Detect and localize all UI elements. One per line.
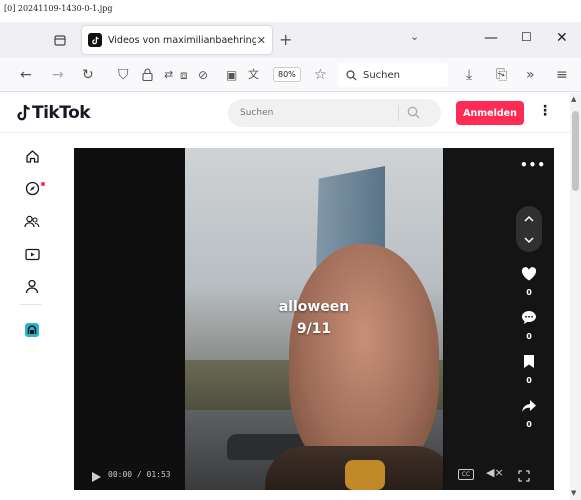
share-action[interactable]: 0 (516, 398, 542, 429)
comment-action[interactable]: 0 (516, 310, 542, 341)
bookmark-count: 0 (526, 376, 532, 385)
browser-tab-bar: Videos von maximilianbaehring ✕ + ⌄ — ☐ … (0, 22, 581, 58)
hamburger-menu-icon[interactable]: ≡ (556, 65, 568, 85)
forward-arrow-icon[interactable]: → (52, 65, 64, 85)
fullscreen-icon[interactable] (518, 467, 530, 486)
video-caption-line2: 9/11 (296, 321, 332, 337)
share-arrow-icon (522, 400, 536, 412)
volume-muted-icon[interactable]: ◀× (486, 466, 504, 479)
autoplay-blocked-icon[interactable]: ⊘ (198, 65, 208, 85)
video-more-icon[interactable]: ••• (520, 158, 546, 172)
browser-search-box[interactable]: Suchen (338, 63, 448, 87)
browser-nav-bar: ← → ↻ ⛉ ⇄ ⧈ ⊘ ▣ 文 80% ☆ Suchen ⤓ ⎘ » ≡ (0, 58, 581, 92)
permissions-icon[interactable]: ⇄ (164, 65, 173, 85)
home-icon[interactable] (22, 146, 42, 166)
file-label: [0] 20241109-1430-0-1.jpg (4, 4, 113, 13)
tiktok-header: TikTok Anmelden ⋮ (0, 93, 570, 133)
like-count: 0 (526, 288, 532, 297)
captions-button[interactable]: CC (458, 469, 474, 480)
camera-blocked-icon[interactable]: ⧈ (180, 65, 188, 85)
tab-title: Videos von maximilianbaehring (108, 34, 256, 46)
heart-icon (521, 267, 537, 281)
browser-search-label: Suchen (363, 69, 401, 81)
search-divider (398, 105, 399, 121)
tab-list-button[interactable] (48, 28, 72, 52)
shield-icon[interactable]: ⛉ (118, 65, 129, 85)
video-caption-line1: alloween (278, 299, 350, 315)
following-users-icon[interactable] (22, 212, 42, 232)
sidebar-divider (20, 304, 42, 305)
video-nav-pill (516, 206, 542, 252)
share-count: 0 (526, 420, 532, 429)
tiktok-logo[interactable]: TikTok (16, 103, 91, 123)
tab-list-icon (54, 35, 66, 46)
lock-icon[interactable] (142, 65, 153, 87)
download-icon[interactable]: ⤓ (466, 65, 472, 85)
bookmark-star-icon[interactable]: ☆ (314, 65, 327, 85)
search-icon (346, 69, 357, 80)
window-close-button[interactable]: ✕ (556, 30, 568, 46)
reload-icon[interactable]: ↻ (82, 65, 94, 85)
play-icon[interactable] (90, 468, 102, 487)
previous-video-chevron-icon[interactable] (523, 212, 535, 224)
tiktok-note-icon (17, 104, 30, 121)
window-maximize-button[interactable]: ☐ (521, 30, 532, 44)
tiktok-sidebar (0, 134, 50, 500)
video-player[interactable]: alloween 9/11 ••• 0 0 0 0 00:00 / 01:53 … (74, 148, 554, 490)
scroll-down-icon[interactable]: ▼ (571, 489, 576, 497)
notification-dot (41, 182, 45, 186)
zoom-level-badge[interactable]: 80% (273, 67, 301, 82)
next-video-chevron-icon[interactable] (523, 234, 535, 246)
tiktok-search-input[interactable] (228, 108, 398, 118)
page-scrollbar[interactable]: ▲ ▼ (570, 93, 581, 500)
comment-icon (522, 311, 536, 324)
overflow-chevron-icon[interactable]: » (526, 65, 535, 85)
more-options-icon[interactable]: ⋮ (538, 103, 552, 119)
creator-tools-icon[interactable] (22, 320, 42, 340)
tab-active[interactable]: Videos von maximilianbaehring ✕ (82, 26, 272, 54)
window-minimize-button[interactable]: — (484, 30, 498, 46)
scroll-thumb[interactable] (572, 111, 579, 191)
tiktok-search-bar (228, 99, 441, 127)
live-video-icon[interactable] (22, 244, 42, 264)
video-caption-overlay: alloween 9/11 (185, 296, 443, 340)
login-button[interactable]: Anmelden (456, 101, 524, 125)
video-letterbox-left (74, 148, 185, 490)
translate-icon[interactable]: 文 (248, 65, 259, 85)
tab-close-icon[interactable]: ✕ (257, 34, 266, 47)
tiktok-search-icon[interactable] (407, 104, 420, 123)
back-arrow-icon[interactable]: ← (20, 65, 32, 85)
comment-count: 0 (526, 332, 532, 341)
bookmark-action[interactable]: 0 (516, 354, 542, 385)
scroll-up-icon[interactable]: ▲ (571, 95, 576, 103)
bookmark-icon (524, 355, 534, 368)
video-person-face (289, 244, 439, 476)
tab-overflow-icon[interactable]: ⌄ (410, 30, 419, 43)
like-action[interactable]: 0 (516, 266, 542, 297)
video-time: 00:00 / 01:53 (108, 470, 171, 479)
extensions-icon[interactable]: ⎘ (496, 65, 507, 85)
profile-icon[interactable] (22, 276, 42, 296)
reader-view-icon[interactable]: ▣ (226, 65, 237, 85)
new-tab-button[interactable]: + (279, 30, 292, 49)
video-control-bar: 00:00 / 01:53 CC ◀× (74, 460, 554, 490)
tiktok-favicon-icon (88, 33, 102, 47)
explore-compass-icon[interactable] (22, 178, 42, 198)
tiktok-logo-text: TikTok (32, 103, 91, 123)
